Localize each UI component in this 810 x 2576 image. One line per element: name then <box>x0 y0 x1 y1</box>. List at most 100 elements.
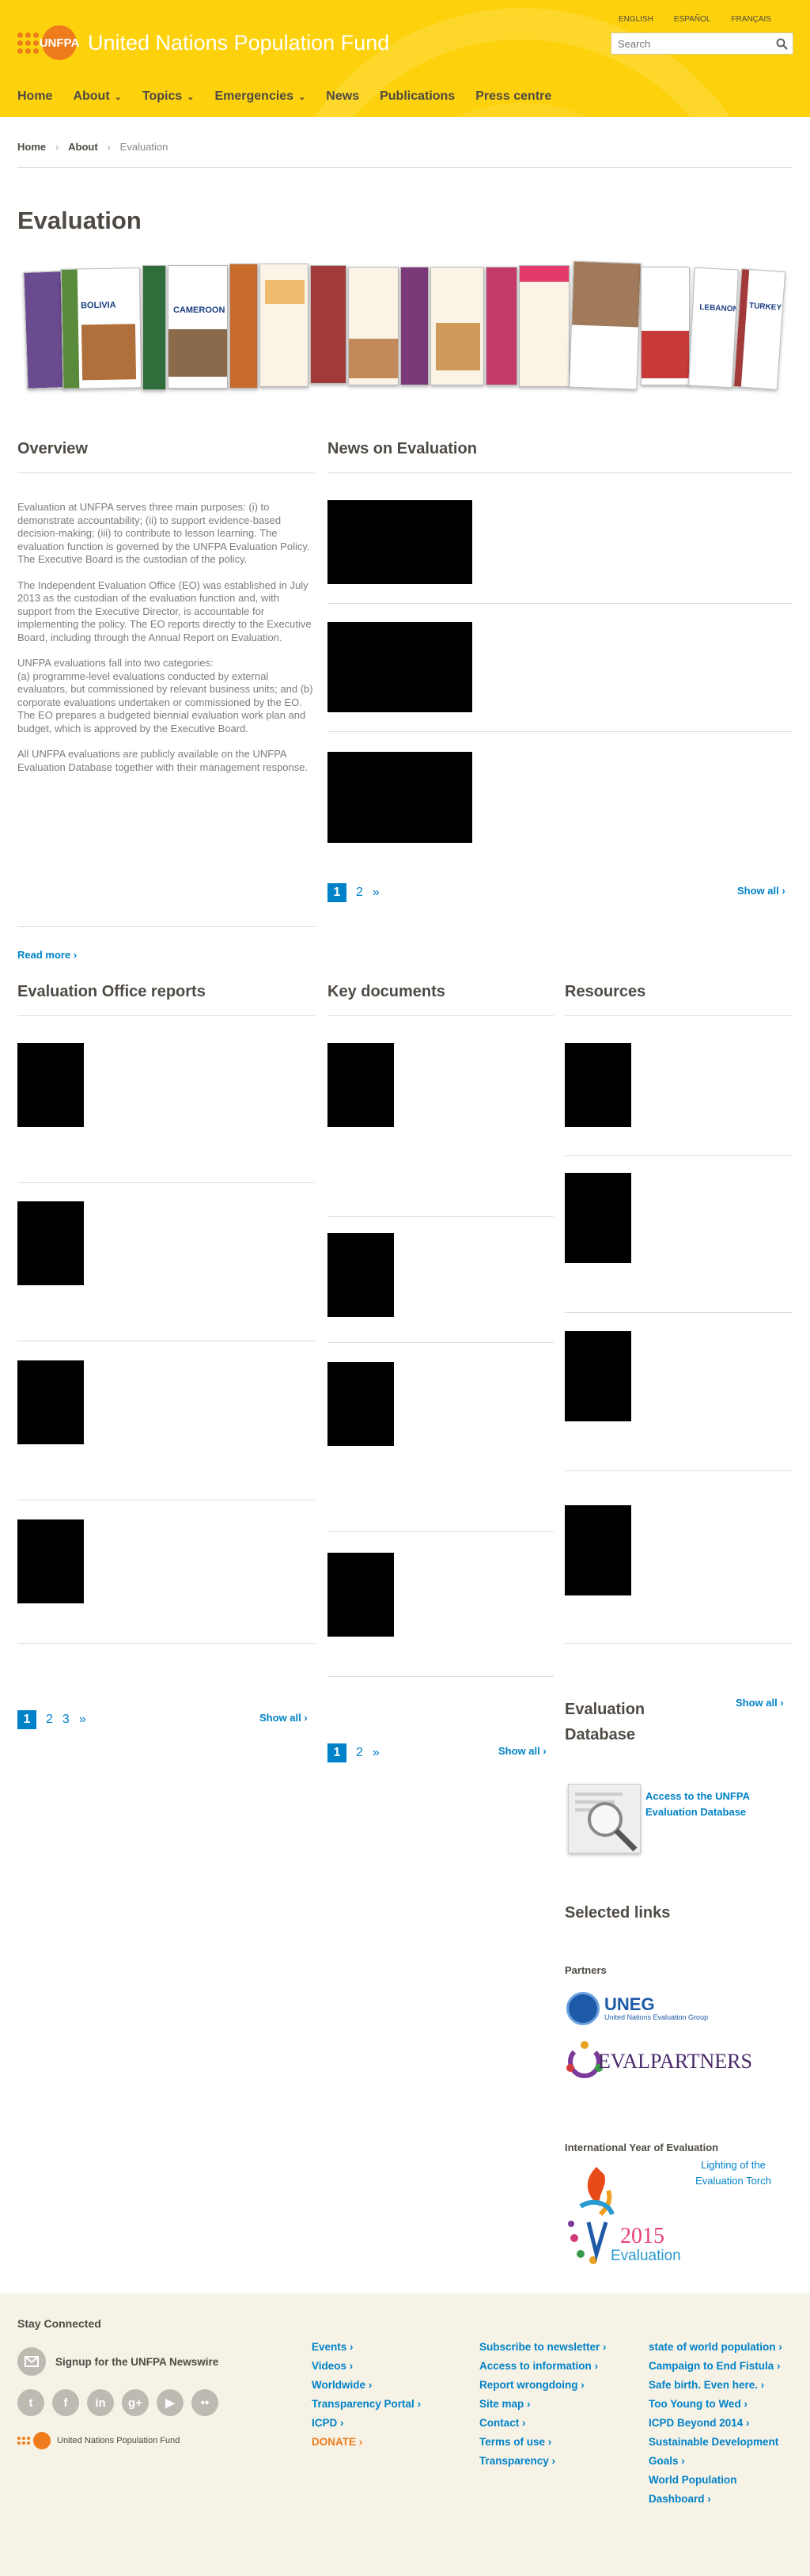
divider <box>327 1015 554 1016</box>
footer-link-terms[interactable]: Terms of use › <box>479 2433 638 2452</box>
news-thumbnail[interactable] <box>327 752 472 843</box>
nav-label: News <box>326 89 360 103</box>
page-3[interactable]: 3 <box>62 1713 70 1727</box>
next-page-icon[interactable]: » <box>79 1713 86 1727</box>
document-thumbnail[interactable] <box>327 1362 394 1446</box>
footer-link-transparency-portal[interactable]: Transparency Portal › <box>312 2395 470 2414</box>
footer-link-events[interactable]: Events › <box>312 2338 470 2357</box>
lang-espanol[interactable]: ESPAÑOL <box>674 15 711 24</box>
page-1[interactable]: 1 <box>17 1710 36 1729</box>
footer-link-safe-birth[interactable]: Safe birth. Even here. › <box>649 2376 794 2395</box>
uneg-logo[interactable]: UNEG United Nations Evaluation Group <box>566 1992 708 2025</box>
database-show-all[interactable]: Show all › <box>736 1697 784 1709</box>
document-thumbnail[interactable] <box>327 1043 394 1127</box>
page-2[interactable]: 2 <box>356 886 363 900</box>
iye-2015-logo[interactable]: 2015 Evaluation <box>565 2159 691 2267</box>
site-logo[interactable]: UNFPA United Nations Population Fund <box>17 25 389 60</box>
divider <box>17 472 315 473</box>
footer-link-label: Videos <box>312 2360 347 2372</box>
document-thumbnail[interactable] <box>327 1553 394 1637</box>
office-reports-title: Evaluation Office reports <box>17 983 206 1000</box>
database-link[interactable]: Access to the UNFPA Evaluation Database <box>645 1789 764 1820</box>
database-thumbnail[interactable] <box>568 1784 641 1853</box>
newswire-signup[interactable]: Signup for the UNFPA Newswire <box>17 2347 218 2376</box>
overview-paragraph: All UNFPA evaluations are publicly avail… <box>17 748 308 773</box>
footer-link-site-map[interactable]: Site map › <box>479 2395 638 2414</box>
breadcrumb-about[interactable]: About <box>68 141 98 153</box>
linkedin-icon[interactable]: in <box>87 2389 114 2416</box>
nav-news[interactable]: News <box>326 89 359 104</box>
googleplus-icon[interactable]: g+ <box>122 2389 149 2416</box>
key-documents-show-all[interactable]: Show all › <box>498 1745 547 1757</box>
show-all-label: Show all <box>736 1697 778 1709</box>
page-title: Evaluation <box>17 207 142 234</box>
evaluation-reports-banner: BOLIVIA CAMEROON LEBANON TURKEY <box>23 260 786 394</box>
footer-link-label: Sustainable Development Goals <box>649 2436 779 2467</box>
youtube-icon[interactable]: ▶ <box>157 2389 184 2416</box>
footer-link-swop[interactable]: state of world population › <box>649 2338 794 2357</box>
page-2[interactable]: 2 <box>356 1746 363 1760</box>
footer-link-worldwide[interactable]: Worldwide › <box>312 2376 470 2395</box>
footer-link-access-info[interactable]: Access to information › <box>479 2357 638 2376</box>
resource-thumbnail[interactable] <box>565 1331 631 1421</box>
breadcrumb-home[interactable]: Home <box>17 141 46 153</box>
news-thumbnail[interactable] <box>327 622 472 712</box>
footer-link-videos[interactable]: Videos › <box>312 2357 470 2376</box>
nav-about[interactable]: About ⌄ <box>73 89 121 104</box>
divider <box>565 1643 793 1644</box>
report-thumbnail[interactable] <box>17 1360 84 1444</box>
evalpartners-logo[interactable]: EVALPARTNERS <box>566 2040 752 2083</box>
iye-word: Evaluation <box>611 2248 681 2264</box>
next-page-icon[interactable]: » <box>373 1746 380 1760</box>
read-more-link[interactable]: Read more › <box>17 949 77 961</box>
chevron-right-icon: › <box>304 1712 308 1724</box>
report-thumbnail[interactable] <box>17 1519 84 1603</box>
divider <box>327 1342 554 1343</box>
footer-link-icpd[interactable]: ICPD › <box>312 2414 470 2433</box>
key-documents-title: Key documents <box>327 983 445 1000</box>
news-thumbnail[interactable] <box>327 500 472 584</box>
footer-link-report-wrongdoing[interactable]: Report wrongdoing › <box>479 2376 638 2395</box>
evaluation-database-title: Evaluation Database <box>565 1701 645 1743</box>
footer-link-label: ICPD <box>312 2417 338 2429</box>
resource-thumbnail[interactable] <box>565 1173 631 1263</box>
footer-link-donate[interactable]: DONATE › <box>312 2433 470 2452</box>
report-thumbnail[interactable] <box>17 1043 84 1127</box>
footer-link-transparency[interactable]: Transparency › <box>479 2452 638 2471</box>
nav-press-centre[interactable]: Press centre <box>475 89 551 104</box>
search-input[interactable] <box>611 34 770 53</box>
footer-link-fistula[interactable]: Campaign to End Fistula › <box>649 2357 794 2376</box>
flickr-icon[interactable]: •• <box>191 2389 218 2416</box>
news-show-all[interactable]: Show all › <box>737 885 785 897</box>
footer-logo[interactable]: United Nations Population Fund <box>17 2432 180 2449</box>
facebook-icon[interactable]: f <box>52 2389 79 2416</box>
next-page-icon[interactable]: » <box>373 886 380 900</box>
page-1[interactable]: 1 <box>327 883 346 902</box>
stay-connected-title: Stay Connected <box>17 2317 101 2330</box>
footer-link-newsletter[interactable]: Subscribe to newsletter › <box>479 2338 638 2357</box>
footer-link-icpd-beyond[interactable]: ICPD Beyond 2014 › <box>649 2414 794 2433</box>
office-reports-show-all[interactable]: Show all › <box>259 1712 308 1724</box>
twitter-icon[interactable]: t <box>17 2389 44 2416</box>
footer-link-too-young[interactable]: Too Young to Wed › <box>649 2395 794 2414</box>
resource-thumbnail[interactable] <box>565 1043 631 1127</box>
resources-title: Resources <box>565 983 646 1000</box>
evaluation-torch-link[interactable]: Lighting of the Evaluation Torch <box>682 2157 785 2189</box>
page-2[interactable]: 2 <box>46 1713 53 1727</box>
nav-emergencies[interactable]: Emergencies ⌄ <box>214 89 305 104</box>
nav-publications[interactable]: Publications <box>380 89 455 104</box>
resource-thumbnail[interactable] <box>565 1505 631 1595</box>
divider <box>327 472 793 473</box>
footer-link-dashboard[interactable]: World Population Dashboard › <box>649 2471 794 2509</box>
nav-topics[interactable]: Topics ⌄ <box>142 89 195 104</box>
lang-english[interactable]: ENGLISH <box>619 15 653 24</box>
nav-home[interactable]: Home <box>17 89 52 104</box>
footer-link-contact[interactable]: Contact › <box>479 2414 638 2433</box>
overview-paragraph: Evaluation at UNFPA serves three main pu… <box>17 501 310 565</box>
report-thumbnail[interactable] <box>17 1201 84 1285</box>
search-icon[interactable] <box>770 33 793 54</box>
lang-francais[interactable]: FRANÇAIS <box>731 15 771 24</box>
page-1[interactable]: 1 <box>327 1743 346 1762</box>
document-thumbnail[interactable] <box>327 1233 394 1317</box>
footer-link-sdg[interactable]: Sustainable Development Goals › <box>649 2433 794 2471</box>
